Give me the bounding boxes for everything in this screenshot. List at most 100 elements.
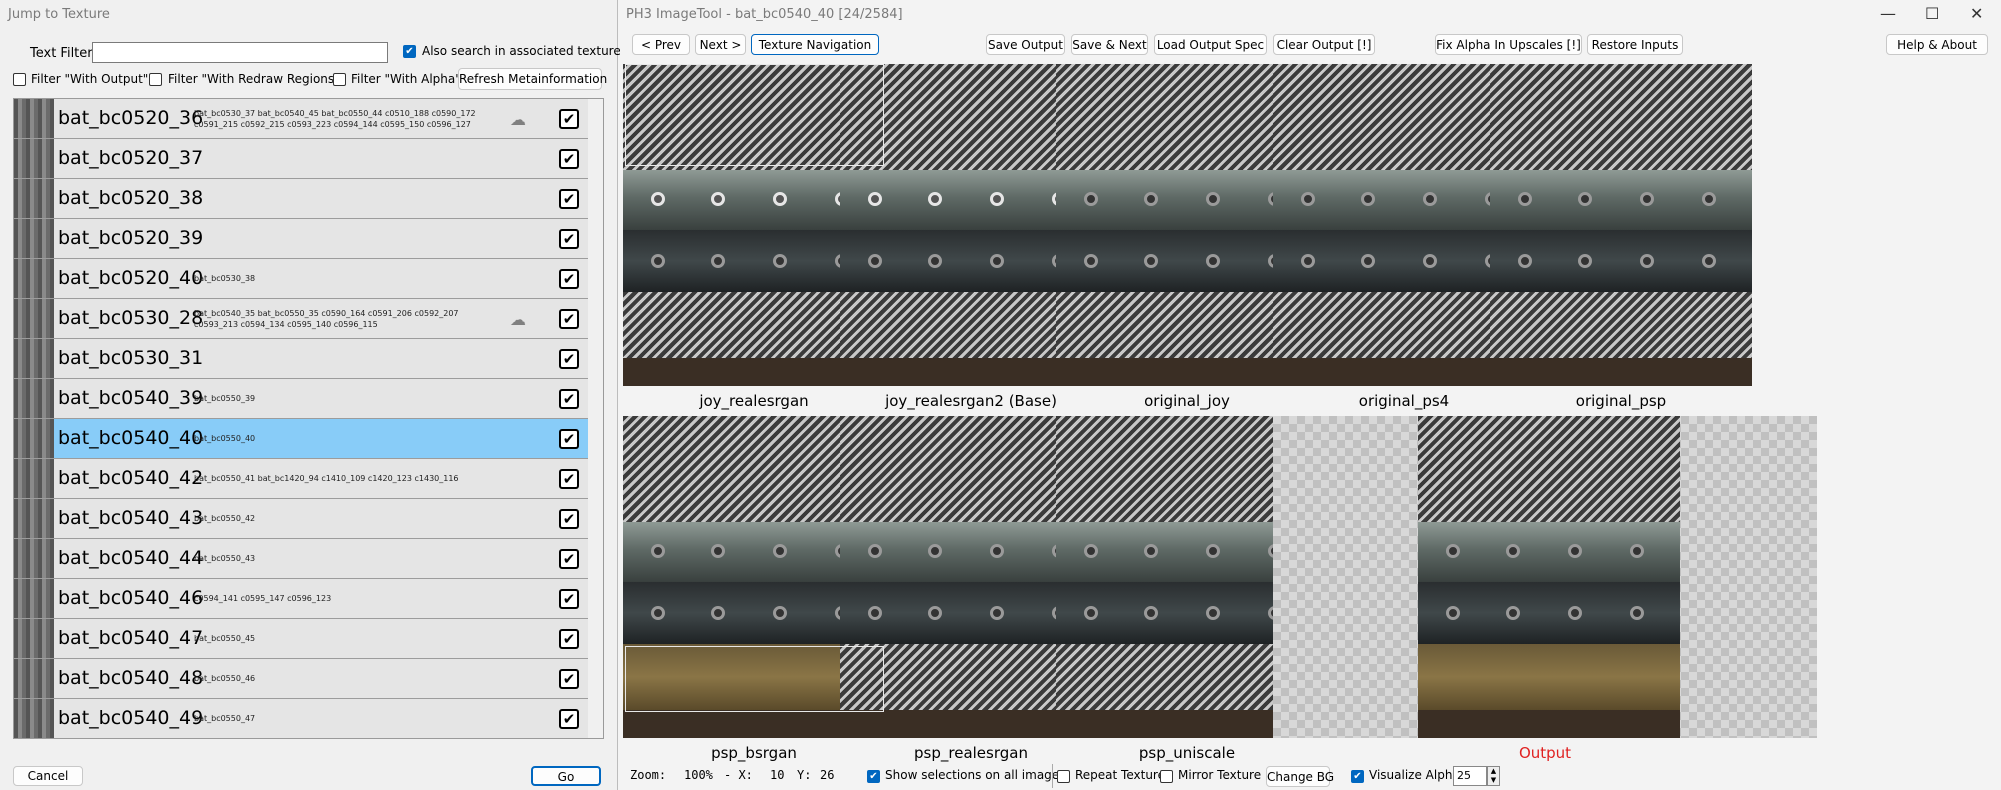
texture-row[interactable]: bat_bc0540_47 bat_bc0550_45 ✔ xyxy=(14,619,588,659)
alpha-spin-arrows[interactable]: ▲ ▼ xyxy=(1487,766,1500,786)
rivet-icon xyxy=(1361,254,1375,268)
image-panel[interactable] xyxy=(1273,416,1817,738)
show-selections-label: Show selections on all images xyxy=(885,768,1066,782)
filter-with-alpha-checkbox[interactable] xyxy=(333,73,346,86)
filter-with-output-checkbox[interactable] xyxy=(13,73,26,86)
row-checkbox[interactable]: ✔ xyxy=(559,389,579,409)
row-checkbox[interactable]: ✔ xyxy=(559,349,579,369)
repeat-texture-checkbox[interactable] xyxy=(1057,770,1070,783)
texture-thumbnail xyxy=(14,619,54,658)
close-icon[interactable]: ✕ xyxy=(1970,4,1983,23)
also-search-checkbox[interactable]: ✔ xyxy=(403,45,416,58)
texture-name: bat_bc0530_31 xyxy=(58,347,204,369)
save-output-button[interactable]: Save Output xyxy=(986,34,1065,55)
rivet-icon xyxy=(868,254,882,268)
refresh-metainformation-button[interactable]: Refresh Metainformation xyxy=(458,68,607,90)
fix-alpha-button[interactable]: Fix Alpha In Upscales [!] xyxy=(1435,34,1582,55)
rivet-icon xyxy=(1206,606,1220,620)
minimize-icon[interactable]: — xyxy=(1880,4,1896,23)
image-panel[interactable] xyxy=(1490,64,1752,386)
help-about-button[interactable]: Help & About xyxy=(1886,34,1988,55)
row-checkbox[interactable]: ✔ xyxy=(559,189,579,209)
row-checkbox[interactable]: ✔ xyxy=(559,549,579,569)
row-checkbox[interactable]: ✔ xyxy=(559,229,579,249)
texture-row[interactable]: bat_bc0540_43 bat_bc0550_42 ✔ xyxy=(14,499,588,539)
associated-line-1: bat_bc0550_39 xyxy=(194,394,256,403)
texture-navigation-button[interactable]: Texture Navigation xyxy=(751,34,879,55)
row-checkbox[interactable]: ✔ xyxy=(559,269,579,289)
next-button[interactable]: Next > xyxy=(695,34,746,55)
row-checkbox[interactable]: ✔ xyxy=(559,509,579,529)
rivet-icon xyxy=(1144,606,1158,620)
prev-button[interactable]: < Prev xyxy=(632,34,690,55)
texture-name: bat_bc0540_43 xyxy=(58,507,204,529)
texture-row[interactable]: bat_bc0540_39 bat_bc0550_39 ✔ xyxy=(14,379,588,419)
clear-output-button[interactable]: Clear Output [!] xyxy=(1273,34,1375,55)
change-bg-button[interactable]: Change BG xyxy=(1266,766,1334,787)
rivet-icon xyxy=(1144,192,1158,206)
associated-line-1: bat_bc0540_35 bat_bc0550_35 c0590_164 c0… xyxy=(194,309,459,318)
restore-inputs-button[interactable]: Restore Inputs xyxy=(1587,34,1683,55)
check-icon: ✔ xyxy=(562,270,576,288)
row-checkbox[interactable]: ✔ xyxy=(559,309,579,329)
save-next-button[interactable]: Save & Next xyxy=(1071,34,1148,55)
texture-row[interactable]: bat_bc0520_40 bat_bc0530_38 ✔ xyxy=(14,259,588,299)
row-checkbox[interactable]: ✔ xyxy=(559,709,579,729)
row-checkbox[interactable]: ✔ xyxy=(559,669,579,689)
texture-row[interactable]: bat_bc0540_42 bat_bc0550_41 bat_bc1420_94… xyxy=(14,459,588,499)
filter-with-redraw-checkbox[interactable] xyxy=(149,73,162,86)
cancel-button[interactable]: Cancel xyxy=(13,766,83,786)
mirror-texture-label: Mirror Texture xyxy=(1178,768,1262,782)
filter-with-alpha-label: Filter "With Alpha" xyxy=(351,72,461,86)
texture-row[interactable]: bat_bc0520_36 bat_bc0530_37 bat_bc0540_45… xyxy=(14,99,588,139)
associated-textures: bat_bc0550_40 xyxy=(194,433,524,444)
load-output-spec-button[interactable]: Load Output Spec xyxy=(1154,34,1267,55)
texture-row[interactable]: bat_bc0520_39 ✔ xyxy=(14,219,588,259)
texture-row[interactable]: bat_bc0540_49 bat_bc0550_47 ✔ xyxy=(14,699,588,738)
texture-row[interactable]: bat_bc0540_44 bat_bc0550_43 ✔ xyxy=(14,539,588,579)
rivet-icon xyxy=(1506,606,1520,620)
go-button[interactable]: Go xyxy=(531,766,601,786)
row-checkbox[interactable]: ✔ xyxy=(559,149,579,169)
alpha-value-spinbox[interactable]: 25 xyxy=(1453,766,1487,786)
image-label: original_psp xyxy=(1575,392,1667,410)
texture-row[interactable]: bat_bc0540_40 bat_bc0550_40 ✔ xyxy=(14,419,588,459)
row-checkbox[interactable]: ✔ xyxy=(559,589,579,609)
row-checkbox[interactable]: ✔ xyxy=(559,109,579,129)
texture-thumbnail xyxy=(14,539,54,578)
rivet-icon xyxy=(990,254,1004,268)
row-checkbox[interactable]: ✔ xyxy=(559,629,579,649)
rivet-icon xyxy=(1702,192,1716,206)
rivet-icon xyxy=(651,254,665,268)
check-icon: ✔ xyxy=(562,670,576,688)
check-icon: ✔ xyxy=(562,390,576,408)
maximize-icon[interactable]: ☐ xyxy=(1925,4,1939,23)
texture-bottom-strip xyxy=(1418,710,1680,738)
check-icon: ✔ xyxy=(562,150,576,168)
texture-row[interactable]: bat_bc0530_28 bat_bc0540_35 bat_bc0550_35… xyxy=(14,299,588,339)
texture-name: bat_bc0540_40 xyxy=(58,427,204,449)
texture-name: bat_bc0520_38 xyxy=(58,187,204,209)
texture-row[interactable]: bat_bc0520_37 ✔ xyxy=(14,139,588,179)
row-checkbox[interactable]: ✔ xyxy=(559,469,579,489)
visualize-alpha-checkbox[interactable]: ✔ xyxy=(1351,770,1364,783)
associated-line-2: c0593_213 c0594_134 c0595_140 c0596_115 xyxy=(194,320,378,329)
texture-row[interactable]: bat_bc0520_38 ✔ xyxy=(14,179,588,219)
texture-row[interactable]: bat_bc0530_31 ✔ xyxy=(14,339,588,379)
text-filter-input[interactable] xyxy=(92,42,388,63)
filter-with-output-label: Filter "With Output" xyxy=(31,72,149,86)
rivet-icon xyxy=(1301,192,1315,206)
check-icon: ✔ xyxy=(562,310,576,328)
imagetool-window: PH3 ImageTool - bat_bc0540_40 [24/2584] … xyxy=(620,0,2001,790)
show-selections-checkbox[interactable]: ✔ xyxy=(867,770,880,783)
texture-row[interactable]: bat_bc0540_48 bat_bc0550_46 ✔ xyxy=(14,659,588,699)
associated-line-1: bat_bc0530_38 xyxy=(194,274,256,283)
texture-row[interactable]: bat_bc0540_46 c0594_141 c0595_147 c0596_1… xyxy=(14,579,588,619)
row-checkbox[interactable]: ✔ xyxy=(559,429,579,449)
status-divider xyxy=(1052,764,1053,788)
check-icon: ✔ xyxy=(562,190,576,208)
associated-textures: bat_bc0550_45 xyxy=(194,633,524,644)
texture-list-scrollbar[interactable] xyxy=(588,99,603,738)
mirror-texture-checkbox[interactable] xyxy=(1160,770,1173,783)
rivet-icon xyxy=(711,544,725,558)
